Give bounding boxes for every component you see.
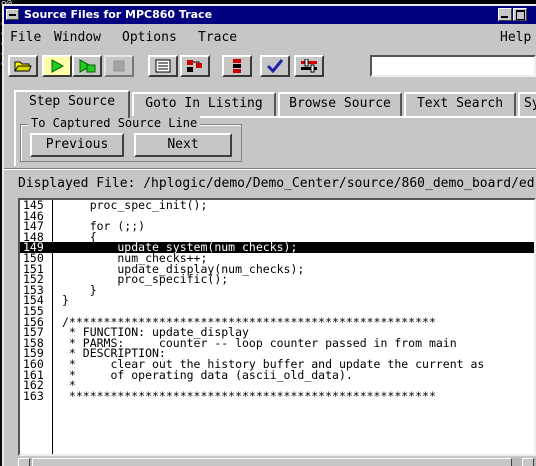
menu-help[interactable]: Help (500, 30, 531, 45)
registers-button[interactable] (222, 55, 252, 77)
menu-file[interactable]: File (10, 30, 41, 45)
code-line[interactable]: 154} (20, 295, 534, 306)
flowchart-icon (187, 60, 202, 72)
code-line[interactable]: 163 ************************************… (20, 388, 534, 403)
line-text: ****************************************… (62, 388, 436, 403)
tab-more[interactable]: Sy (518, 92, 536, 116)
tab-text-search[interactable]: Text Search (404, 92, 516, 116)
separator (4, 168, 536, 170)
run-to-button[interactable] (72, 55, 102, 77)
group-label: To Captured Source Line (28, 116, 201, 130)
tab-step-source[interactable]: Step Source (14, 90, 130, 118)
tab-goto-in-listing[interactable]: Goto In Listing (132, 92, 276, 116)
open-folder-icon (14, 61, 32, 72)
stop-button[interactable] (104, 55, 134, 77)
run-button[interactable] (42, 55, 72, 77)
source-files-window: Source Files for MPC860 Trace File Windo… (2, 4, 536, 466)
line-number: 163 (23, 388, 44, 403)
list-icon (155, 59, 171, 73)
code-line[interactable]: 153 } (20, 284, 534, 296)
listing-button[interactable] (148, 55, 178, 77)
line-text: } (62, 293, 69, 308)
window-title: Source Files for MPC860 Trace (24, 8, 213, 21)
line-text: proc_spec_init(); (62, 198, 208, 212)
next-button[interactable]: Next (134, 133, 232, 157)
toolbar (4, 50, 536, 82)
tab-row: Step Source Goto In Listing Browse Sourc… (14, 90, 536, 118)
minimize-button[interactable] (498, 8, 512, 21)
scroll-right-arrow[interactable] (522, 458, 534, 466)
window-menu-icon[interactable] (6, 9, 19, 20)
title-bar[interactable]: Source Files for MPC860 Trace (4, 6, 536, 24)
open-folder-button[interactable] (8, 55, 38, 77)
horizontal-scrollbar[interactable] (18, 458, 536, 466)
verify-button[interactable] (260, 55, 290, 77)
displayed-file-path: Displayed File: /hplogic/demo/Demo_Cente… (18, 176, 535, 191)
run-icon (51, 59, 65, 73)
source-code-view[interactable]: 145 proc_spec_init(); 146 147 for (;;) 148 … (18, 198, 536, 456)
menu-bar: File Window Options Trace Help (4, 24, 536, 50)
code-line[interactable]: 145 proc_spec_init(); (20, 200, 534, 211)
menu-trace[interactable]: Trace (198, 30, 237, 45)
scroll-left-arrow[interactable] (18, 458, 30, 466)
registers-icon (233, 59, 241, 73)
check-icon (266, 59, 284, 73)
code-line[interactable]: 152 proc_specific(); (20, 274, 534, 285)
settings-icon (301, 59, 317, 73)
code-lines: 145 proc_spec_init(); 146 147 for (;;) 148 … (20, 200, 534, 401)
flowchart-button[interactable] (180, 55, 210, 77)
previous-button[interactable]: Previous (30, 133, 124, 157)
scroll-thumb[interactable] (32, 458, 512, 466)
settings-button[interactable] (294, 55, 324, 77)
toolbar-text-input[interactable] (370, 55, 536, 77)
stop-icon (113, 60, 125, 72)
step-icon (79, 59, 96, 73)
menu-options[interactable]: Options (122, 30, 177, 45)
code-line[interactable]: 147 for (;;) (20, 221, 534, 232)
menu-window[interactable]: Window (54, 30, 101, 45)
line-text: * of operating data (ascii_old_data). (62, 367, 353, 382)
tab-browse-source[interactable]: Browse Source (278, 92, 402, 116)
maximize-button[interactable] (513, 8, 527, 21)
code-line[interactable]: 161 * of operating data (ascii_old_data)… (20, 367, 534, 382)
